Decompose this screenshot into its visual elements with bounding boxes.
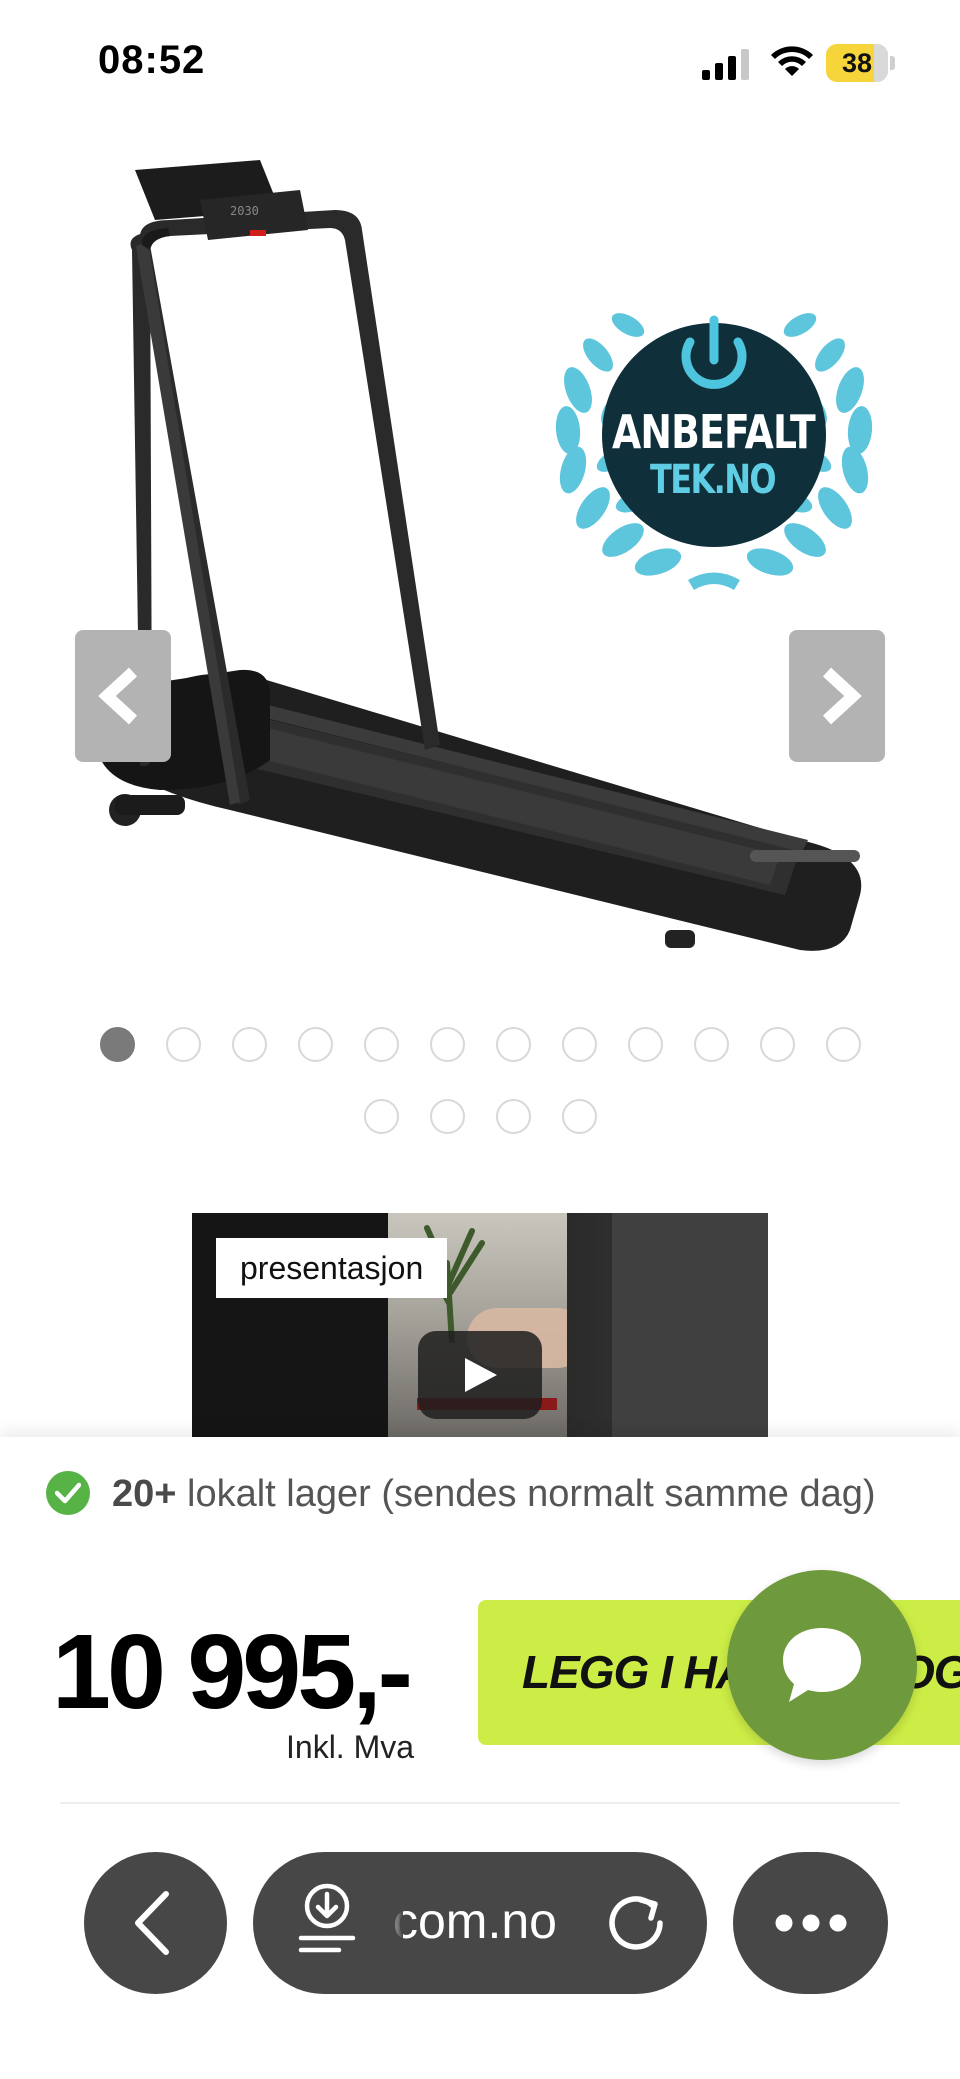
chevron-right-icon [822,667,862,725]
gallery-prev-button[interactable] [75,630,171,762]
signal-icon [702,49,749,80]
gallery-dot-2[interactable] [165,1027,201,1062]
product-price: 10 995,- [52,1613,413,1731]
chevron-left-icon [98,667,138,725]
play-button[interactable] [418,1331,542,1419]
download-icon[interactable] [295,1880,359,1966]
stock-status: 20+ lokalt lager (sendes normalt samme d… [112,1469,912,1519]
gallery-pagination-row-1 [0,1027,960,1062]
url-text: com.no [393,1893,557,1949]
gallery-dot-16[interactable] [561,1099,597,1134]
gallery-dot-11[interactable] [759,1027,795,1062]
gallery-dot-10[interactable] [693,1027,729,1062]
url-fade [387,1888,403,1958]
badge-line1: ANBEFALT [612,405,816,459]
gallery-dot-7[interactable] [495,1027,531,1062]
back-icon [135,1891,169,1955]
wifi-icon [771,46,813,76]
chat-button[interactable] [727,1570,917,1760]
panel-divider [60,1802,900,1804]
battery-level: 38 [841,48,873,78]
browser-back-button[interactable] [84,1852,227,1994]
gallery-dot-9[interactable] [627,1027,663,1062]
gallery-dot-6[interactable] [429,1027,465,1062]
gallery-dot-13[interactable] [363,1099,399,1134]
reload-icon[interactable] [603,1890,669,1956]
status-bar: 08:52 38 [0,0,960,120]
badge-line2: TEK.NO [649,457,777,503]
svg-text:2030: 2030 [230,204,259,218]
stock-description: lokalt lager (sendes normalt samme dag) [176,1473,876,1515]
chat-bubble-icon [783,1628,861,1702]
battery-icon: 38 [826,44,895,82]
video-frame-right-panel [612,1213,768,1438]
presentation-video[interactable]: presentasjon [192,1213,768,1438]
product-gallery: UR 2030 [0,120,960,1020]
status-time: 08:52 [98,38,206,82]
gallery-next-button[interactable] [789,630,885,762]
battery-cap [890,56,895,70]
gallery-pagination-row-2 [0,1099,960,1134]
more-icon [775,1914,847,1932]
gallery-dot-1[interactable] [99,1027,135,1062]
browser-more-button[interactable] [733,1852,888,1994]
gallery-dot-8[interactable] [561,1027,597,1062]
gallery-dot-5[interactable] [363,1027,399,1062]
badge-text: ANBEFALT TEK.NO [590,405,835,503]
gallery-dot-15[interactable] [495,1099,531,1134]
gallery-dot-3[interactable] [231,1027,267,1062]
browser-url-bar[interactable]: com.no [253,1852,707,1994]
check-circle-icon [46,1471,90,1515]
stock-count: 20+ [112,1473,177,1515]
gallery-dot-4[interactable] [297,1027,333,1062]
play-icon [465,1358,497,1392]
video-label: presentasjon [216,1238,448,1298]
price-vat-note: Inkl. Mva [286,1729,415,1765]
gallery-dot-14[interactable] [429,1099,465,1134]
gallery-dot-12[interactable] [825,1027,861,1062]
